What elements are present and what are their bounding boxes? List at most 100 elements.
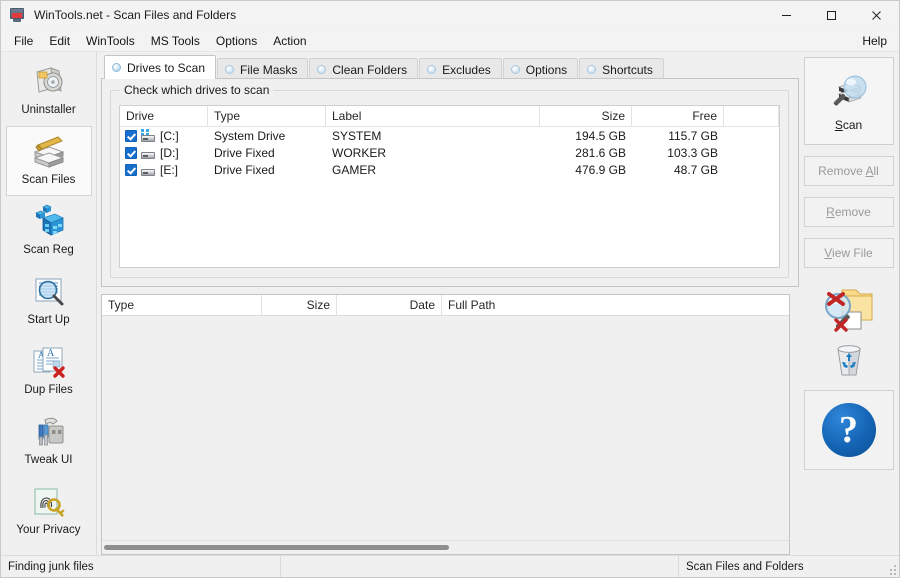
menu-item-mstools[interactable]: MS Tools (143, 32, 208, 50)
title-bar: WinTools.net - Scan Files and Folders (1, 1, 899, 30)
tab-label: File Masks (240, 63, 297, 77)
status-icons (804, 282, 894, 382)
drive-type: System Drive (208, 129, 326, 143)
remove-button[interactable]: Remove (804, 197, 894, 227)
table-row[interactable]: [C:] System Drive SYSTEM 194.5 GB 115.7 … (120, 127, 779, 144)
remove-label: Remove (826, 205, 871, 219)
drive-cell: [D:] (120, 146, 208, 160)
help-button[interactable]: ? (804, 390, 894, 470)
results-list[interactable]: Type Size Date Full Path (101, 294, 790, 555)
tab-label: Shortcuts (602, 63, 653, 77)
tab-drives-to-scan[interactable]: Drives to Scan (104, 55, 216, 79)
drive-free: 115.7 GB (632, 129, 724, 143)
drives-group-title: Check which drives to scan (120, 83, 273, 97)
sidebar-item-tweak-ui[interactable]: Tweak UI (6, 406, 92, 476)
sidebar-item-label: Start Up (27, 314, 69, 326)
sidebar-item-scan-reg[interactable]: Scan Reg (6, 196, 92, 266)
tab-shortcuts[interactable]: Shortcuts (579, 58, 664, 80)
sidebar-item-start-up[interactable]: Start Up (6, 266, 92, 336)
recycle-bin-icon (829, 341, 869, 382)
fixed-drive-icon (140, 146, 156, 159)
drive-checkbox[interactable] (125, 130, 137, 142)
drive-label: SYSTEM (326, 129, 540, 143)
scan-button[interactable]: Scan (804, 57, 894, 145)
tab-label: Drives to Scan (127, 61, 205, 75)
drive-size: 194.5 GB (540, 129, 632, 143)
tab-bullet-icon (225, 65, 234, 74)
drives-list[interactable]: Drive Type Label Size Free [C:] (119, 105, 780, 268)
tab-excludes[interactable]: Excludes (419, 58, 502, 80)
tab-bullet-icon (427, 65, 436, 74)
menu-item-edit[interactable]: Edit (41, 32, 78, 50)
table-row[interactable]: [D:] Drive Fixed WORKER 281.6 GB 103.3 G… (120, 144, 779, 161)
tweak-ui-icon (29, 412, 69, 452)
menu-item-options[interactable]: Options (208, 32, 265, 50)
remove-all-button[interactable]: Remove All (804, 156, 894, 186)
scan-files-icon (29, 132, 69, 172)
column-header-filler (724, 106, 779, 126)
tab-clean-folders[interactable]: Clean Folders (309, 58, 418, 80)
column-header-size[interactable]: Size (262, 295, 337, 315)
status-bar: Finding junk files Scan Files and Folder… (1, 555, 899, 577)
system-drive-icon (140, 129, 156, 142)
drives-list-header: Drive Type Label Size Free (120, 106, 779, 127)
menu-item-wintools[interactable]: WinTools (78, 32, 143, 50)
uninstaller-icon (29, 62, 69, 102)
minimize-button[interactable] (764, 1, 809, 29)
scrollbar-thumb[interactable] (104, 545, 449, 550)
sidebar-item-label: Tweak UI (25, 454, 73, 466)
drive-letter: [D:] (160, 146, 179, 160)
svg-text:A: A (47, 348, 55, 359)
sidebar-item-label: Scan Files (22, 174, 76, 186)
status-right: Scan Files and Folders (679, 556, 899, 577)
table-row[interactable]: [E:] Drive Fixed GAMER 476.9 GB 48.7 GB (120, 161, 779, 178)
sidebar-item-uninstaller[interactable]: Uninstaller (6, 56, 92, 126)
column-header-date[interactable]: Date (337, 295, 442, 315)
drive-label: WORKER (326, 146, 540, 160)
help-question-icon: ? (822, 403, 876, 457)
status-right-text: Scan Files and Folders (686, 561, 804, 573)
sidebar-item-dup-files[interactable]: A A Dup Files (6, 336, 92, 406)
drive-checkbox[interactable] (125, 147, 137, 159)
drive-checkbox[interactable] (125, 164, 137, 176)
drive-size: 281.6 GB (540, 146, 632, 160)
wintools-monitor-icon (10, 7, 26, 23)
scan-magnifier-icon (827, 71, 871, 115)
drive-free: 103.3 GB (632, 146, 724, 160)
tab-file-masks[interactable]: File Masks (217, 58, 308, 80)
results-horizontal-scrollbar[interactable] (102, 540, 789, 554)
column-header-size[interactable]: Size (540, 106, 632, 126)
column-header-label[interactable]: Label (326, 106, 540, 126)
column-header-type[interactable]: Type (208, 106, 326, 126)
tab-label: Clean Folders (332, 63, 407, 77)
tab-bullet-icon (112, 63, 121, 72)
results-list-header: Type Size Date Full Path (102, 295, 789, 316)
view-file-button[interactable]: View File (804, 238, 894, 268)
column-header-full-path[interactable]: Full Path (442, 295, 789, 315)
sidebar-item-your-privacy[interactable]: Your Privacy (6, 476, 92, 546)
scan-button-label-rest: can (843, 118, 862, 132)
column-header-drive[interactable]: Drive (120, 106, 208, 126)
status-left: Finding junk files (1, 556, 281, 577)
tab-bullet-icon (511, 65, 520, 74)
column-header-free[interactable]: Free (632, 106, 724, 126)
close-button[interactable] (854, 1, 899, 29)
resize-grip-icon[interactable] (887, 565, 897, 575)
menu-item-help[interactable]: Help (854, 32, 895, 50)
tab-page-drives-to-scan: Check which drives to scan Drive Type La… (101, 78, 799, 287)
view-file-label: View File (824, 246, 872, 260)
maximize-button[interactable] (809, 1, 854, 29)
sidebar-item-scan-files[interactable]: Scan Files (6, 126, 92, 196)
scan-reg-icon (29, 202, 69, 242)
column-header-type[interactable]: Type (102, 295, 262, 315)
tab-strip: Drives to Scan File Masks Clean Folders … (101, 56, 799, 79)
drive-free: 48.7 GB (632, 163, 724, 177)
menu-item-action[interactable]: Action (265, 32, 314, 50)
tab-bullet-icon (587, 65, 596, 74)
menu-item-file[interactable]: File (6, 32, 41, 50)
action-panel: Scan Remove All Remove View File (799, 52, 899, 555)
scan-button-label: Scan (835, 118, 862, 132)
center-panel: Drives to Scan File Masks Clean Folders … (97, 52, 799, 555)
results-list-body[interactable] (102, 316, 789, 540)
tab-options[interactable]: Options (503, 58, 578, 80)
